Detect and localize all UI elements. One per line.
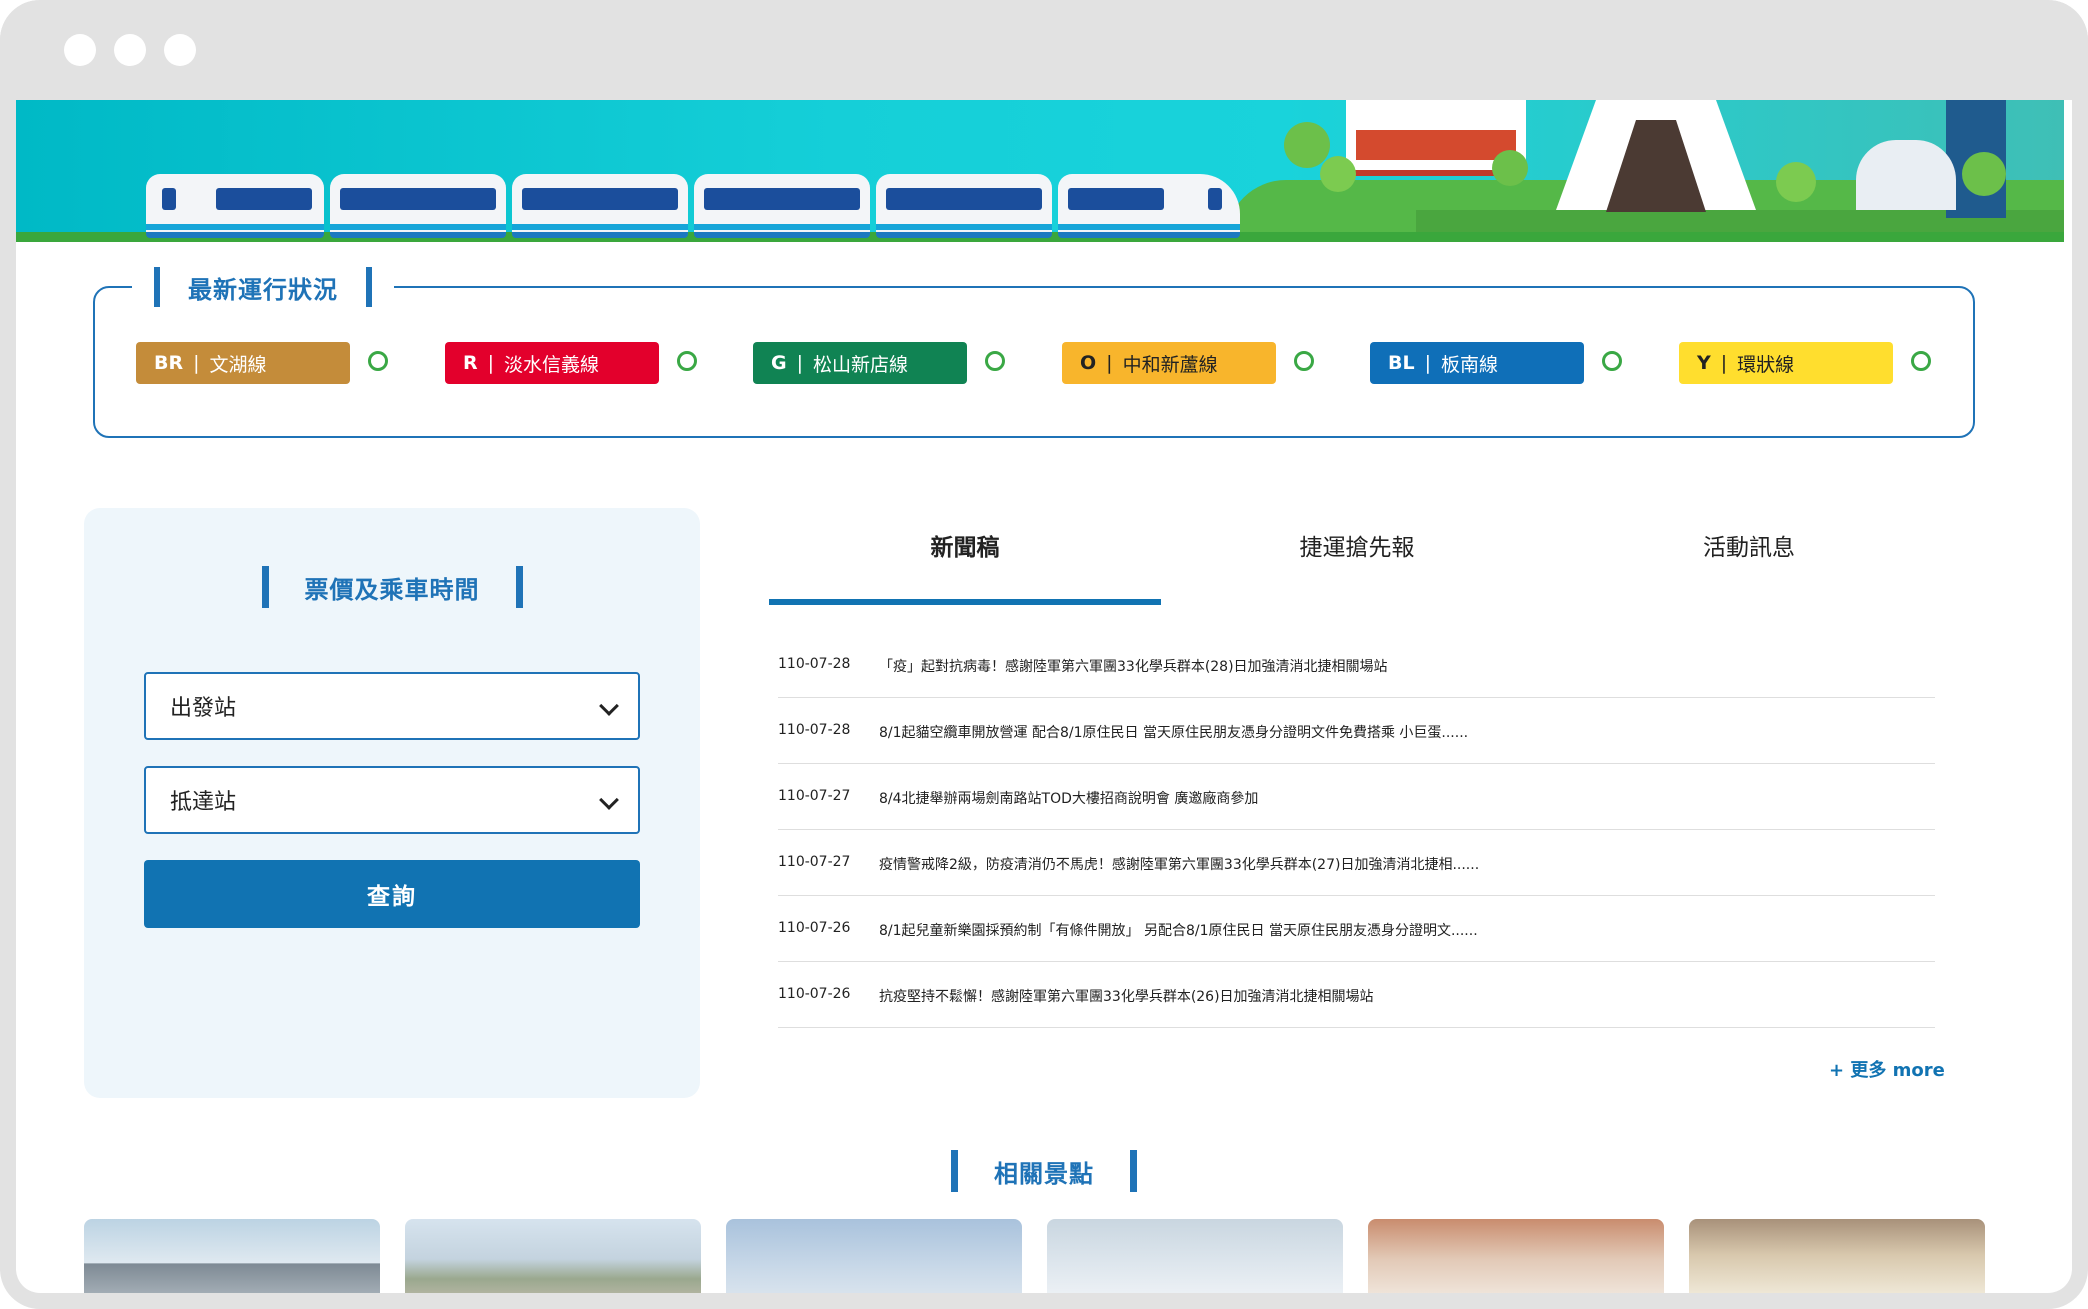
news-title[interactable]: 疫情警戒降2級，防疫清消仍不馬虎！感謝陸軍第六軍團33化學兵群本(27)日加強清…: [879, 854, 1479, 874]
service-status-heading: 最新運行狀況: [132, 265, 394, 309]
line-name: 板南線: [1441, 353, 1499, 376]
line-code: G: [771, 352, 787, 374]
heading-bar-right: [515, 566, 523, 608]
news-title[interactable]: 抗疫堅持不鬆懈！感謝陸軍第六軍團33化學兵群本(26)日加強清消北捷相關場站: [879, 986, 1374, 1006]
line-separator: |: [1424, 352, 1431, 374]
train-car: [512, 174, 688, 238]
tree-icon: [1776, 162, 1816, 202]
fare-heading: 票價及乘車時間: [84, 566, 700, 608]
status-normal-icon: [1294, 351, 1314, 371]
news-title[interactable]: 「疫」起對抗病毒！感謝陸軍第六軍團33化學兵群本(28)日加強清消北捷相關場站: [879, 656, 1388, 676]
line-status-r[interactable]: R | 淡水信義線: [445, 342, 659, 384]
train-car: [694, 174, 870, 238]
train-car: [146, 174, 324, 238]
line-status-y[interactable]: Y | 環狀線: [1679, 342, 1893, 384]
window-maximize-dot[interactable]: [164, 34, 196, 66]
line-code: Y: [1697, 352, 1711, 374]
line-separator: |: [487, 352, 495, 374]
chevron-down-icon: [599, 790, 619, 810]
news-title[interactable]: 8/4北捷舉辦兩場劍南路站TOD大樓招商說明會 廣邀廠商參加: [879, 788, 1258, 808]
news-date: 110-07-27: [778, 854, 851, 870]
attraction-thumbnail[interactable]: [84, 1219, 380, 1293]
line-code: BL: [1388, 352, 1415, 374]
status-normal-icon: [1602, 351, 1622, 371]
line-status-bl[interactable]: BL | 板南線: [1370, 342, 1584, 384]
news-list: 110-07-28 「疫」起對抗病毒！感謝陸軍第六軍團33化學兵群本(28)日加強…: [778, 632, 1935, 1028]
news-date: 110-07-26: [778, 920, 851, 936]
hero-banner: [16, 100, 2064, 242]
fare-query-panel: 票價及乘車時間 出發站 抵達站 查詢: [84, 508, 700, 1098]
attraction-thumbnail[interactable]: [726, 1219, 1022, 1293]
status-normal-icon: [985, 351, 1005, 371]
news-item[interactable]: 110-07-27 8/4北捷舉辦兩場劍南路站TOD大樓招商說明會 廣邀廠商參加: [778, 764, 1935, 830]
line-separator: |: [796, 352, 804, 374]
line-name: 文湖線: [209, 353, 267, 376]
news-title[interactable]: 8/1起貓空纜車開放營運 配合8/1原住民日 當天原住民朋友憑身分證明文件免費搭…: [879, 722, 1468, 742]
news-date: 110-07-28: [778, 722, 851, 738]
train-car: [1058, 174, 1240, 238]
news-item[interactable]: 110-07-26 抗疫堅持不鬆懈！感謝陸軍第六軍團33化學兵群本(26)日加強清…: [778, 962, 1935, 1028]
query-button[interactable]: 查詢: [144, 860, 640, 928]
tab-metro-preview[interactable]: 捷運搶先報: [1161, 530, 1553, 590]
heading-bar-right: [1130, 1150, 1137, 1192]
news-date: 110-07-26: [778, 986, 851, 1002]
fare-title: 票價及乘車時間: [304, 575, 480, 604]
attractions-heading: 相關景點: [16, 1150, 2072, 1192]
tree-icon: [1492, 150, 1528, 186]
news-item[interactable]: 110-07-27 疫情警戒降2級，防疫清消仍不馬虎！感謝陸軍第六軍團33化學兵群…: [778, 830, 1935, 896]
attraction-thumbnail[interactable]: [1368, 1219, 1664, 1293]
line-status-g[interactable]: G | 松山新店線: [753, 342, 967, 384]
departure-station-select[interactable]: 出發站: [144, 672, 640, 740]
attraction-thumbnail[interactable]: [1047, 1219, 1343, 1293]
line-code: O: [1080, 352, 1097, 374]
page-viewport: 最新運行狀況 BR | 文湖線 R | 淡水信義線 G | 松山新店線 O | 中和新蘆線 BL | 板南線…: [16, 100, 2072, 1293]
status-normal-icon: [677, 351, 697, 371]
news-item[interactable]: 110-07-28 8/1起貓空纜車開放營運 配合8/1原住民日 當天原住民朋友憑…: [778, 698, 1935, 764]
news-tabs: 新聞稿 捷運搶先報 活動訊息: [769, 530, 1947, 590]
train-car: [330, 174, 506, 238]
line-status-br[interactable]: BR | 文湖線: [136, 342, 350, 384]
line-code: BR: [154, 352, 184, 374]
more-news-link[interactable]: + 更多 more: [1829, 1056, 1945, 1082]
line-name: 松山新店線: [813, 353, 909, 376]
news-item[interactable]: 110-07-26 8/1起兒童新樂園採預約制「有條件開放」 另配合8/1原住民日…: [778, 896, 1935, 962]
service-status-title: 最新運行狀況: [188, 275, 338, 304]
heading-bar-right: [366, 267, 372, 307]
line-name: 環狀線: [1737, 353, 1795, 376]
news-date: 110-07-27: [778, 788, 851, 804]
window-close-dot[interactable]: [64, 34, 96, 66]
news-title[interactable]: 8/1起兒童新樂園採預約制「有條件開放」 另配合8/1原住民日 當天原住民朋友憑…: [879, 920, 1478, 940]
arrival-station-select[interactable]: 抵達站: [144, 766, 640, 834]
line-separator: |: [1720, 352, 1728, 374]
window-minimize-dot[interactable]: [114, 34, 146, 66]
attractions-title: 相關景點: [994, 1159, 1094, 1188]
active-tab-indicator: [769, 599, 1161, 605]
line-name: 中和新蘆線: [1122, 353, 1218, 376]
dome-illustration: [1856, 140, 1956, 210]
status-normal-icon: [368, 351, 388, 371]
gate-roof-illustration: [1356, 130, 1516, 160]
line-code: R: [463, 352, 478, 374]
train-car: [876, 174, 1052, 238]
chevron-down-icon: [599, 696, 619, 716]
news-item[interactable]: 110-07-28 「疫」起對抗病毒！感謝陸軍第六軍團33化學兵群本(28)日加強…: [778, 632, 1935, 698]
line-status-o[interactable]: O | 中和新蘆線: [1062, 342, 1276, 384]
attraction-thumbnail[interactable]: [1689, 1219, 1985, 1293]
line-separator: |: [193, 352, 200, 374]
line-name: 淡水信義線: [504, 353, 600, 376]
tree-icon: [1320, 156, 1356, 192]
tree-icon: [1284, 122, 1330, 168]
browser-titlebar: [0, 0, 2088, 100]
arrival-select-label: 抵達站: [170, 790, 237, 815]
heading-bar-left: [951, 1150, 958, 1192]
attraction-thumbnail[interactable]: [405, 1219, 701, 1293]
departure-select-label: 出發站: [170, 696, 237, 721]
heading-bar-left: [261, 566, 269, 608]
line-separator: |: [1106, 352, 1113, 374]
tab-press-release[interactable]: 新聞稿: [769, 530, 1161, 590]
news-date: 110-07-28: [778, 656, 851, 672]
tab-events[interactable]: 活動訊息: [1553, 530, 1945, 590]
tree-icon: [1962, 152, 2006, 196]
status-normal-icon: [1911, 351, 1931, 371]
